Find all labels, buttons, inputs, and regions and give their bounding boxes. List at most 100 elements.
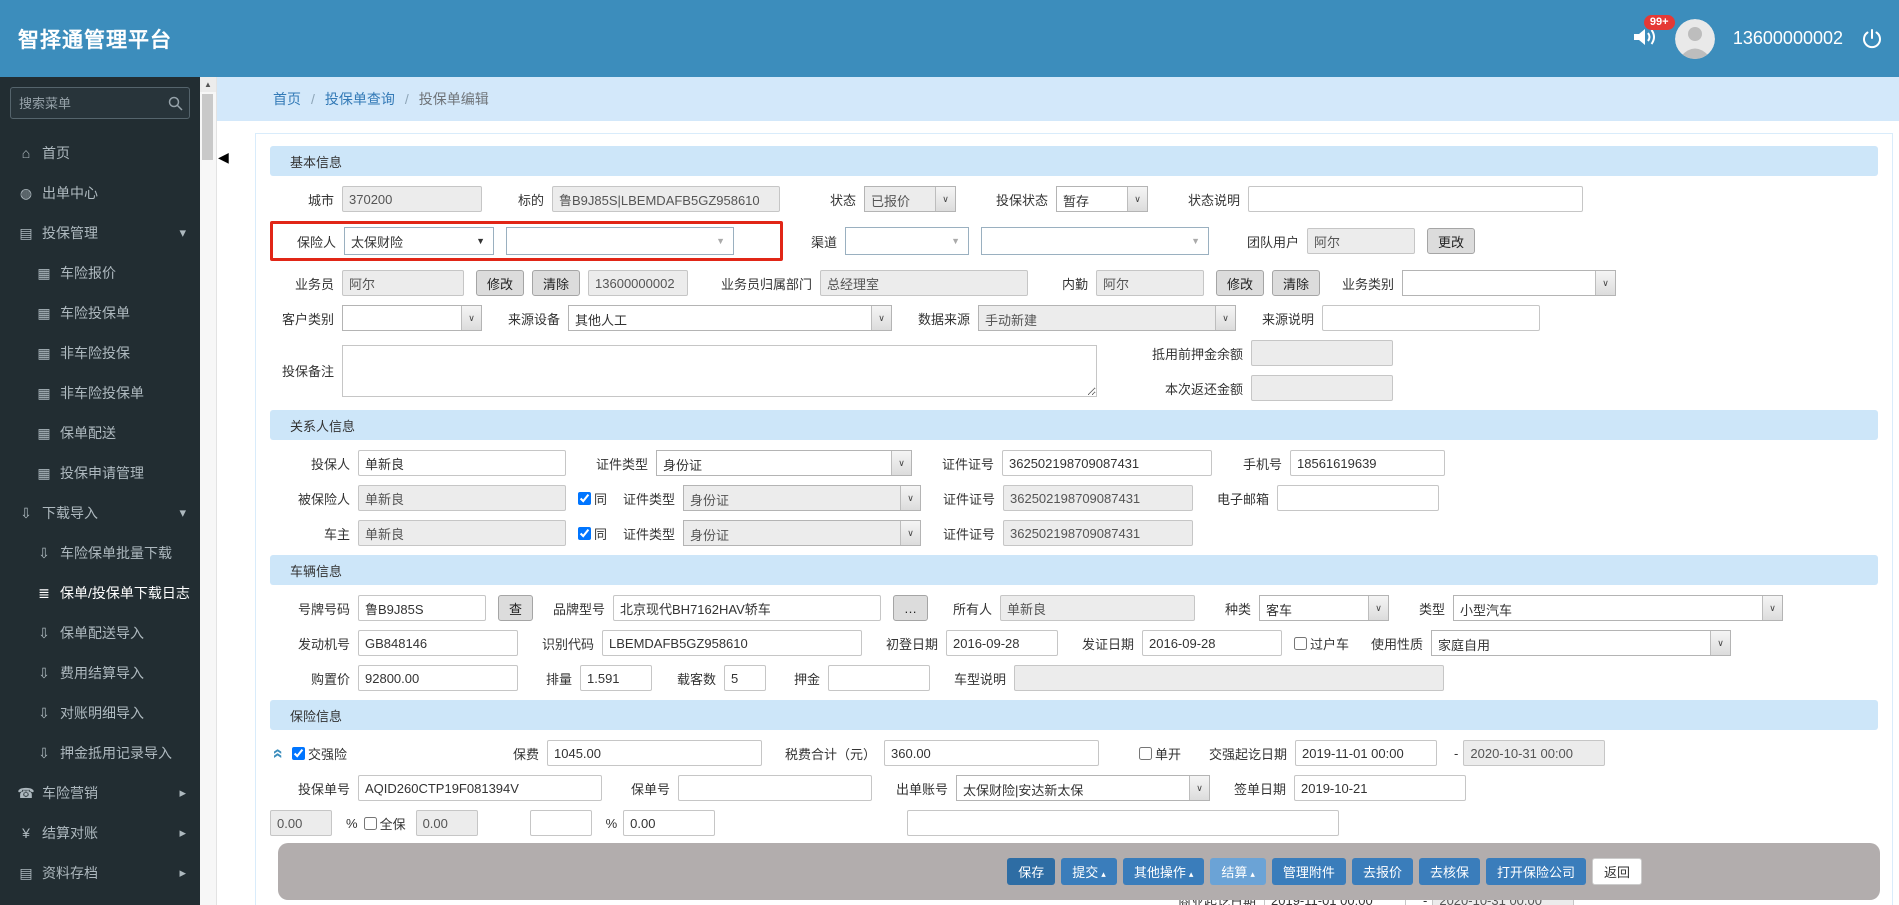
sidebar-item-auto-policy-batch-download[interactable]: ⇩ 车险保单批量下载	[0, 533, 200, 573]
purchase-price-input[interactable]	[358, 665, 518, 691]
owner-same-checkbox[interactable]: 同	[578, 524, 607, 543]
channel-combobox[interactable]: ▼	[845, 227, 969, 255]
apply-status-select[interactable]: 暂存 ∨	[1056, 186, 1148, 212]
issue-date-input[interactable]	[1142, 630, 1282, 656]
salesman-input[interactable]	[342, 270, 464, 296]
transferred-vehicle-checkbox[interactable]: 过户车	[1294, 634, 1349, 653]
source-note-input[interactable]	[1322, 305, 1540, 331]
data-source-select[interactable]: 手动新建 ∨	[978, 305, 1236, 331]
usage-nature-select[interactable]: 家庭自用 ∨	[1431, 630, 1732, 656]
brand-model-input[interactable]	[613, 595, 882, 621]
sidebar-item-reconcile-detail-import[interactable]: ⇩ 对账明细导入	[0, 693, 200, 733]
rate-1-input[interactable]	[270, 810, 332, 836]
rate-4-input[interactable]	[623, 810, 716, 836]
breadcrumb-apply-query[interactable]: 投保单查询	[325, 89, 395, 109]
issue-account-select[interactable]: 太保财险|安达新太保 ∨	[956, 775, 1210, 801]
insurance-note-input[interactable]	[907, 810, 1340, 836]
owner-id-type-select[interactable]: 身份证 ∨	[683, 520, 922, 546]
refund-amount-input[interactable]	[1251, 375, 1393, 401]
model-note-input[interactable]	[1014, 665, 1444, 691]
sidebar-item-issue-center[interactable]: ◍ 出单中心	[0, 173, 200, 213]
vehicle-type-select[interactable]: 小型汽车 ∨	[1453, 595, 1784, 621]
salesman-phone-input[interactable]	[588, 270, 689, 296]
sidebar-item-policy-delivery[interactable]: ▦ 保单配送	[0, 413, 200, 453]
salesman-edit-button[interactable]: 修改	[476, 270, 525, 296]
insured-id-type-select[interactable]: 身份证 ∨	[683, 485, 922, 511]
sidebar-collapse-icon[interactable]: ◀	[218, 149, 229, 166]
rate-3-input[interactable]	[529, 810, 592, 836]
avatar[interactable]	[1674, 18, 1715, 59]
scrollbar-thumb[interactable]	[202, 94, 213, 160]
apply-remark-textarea[interactable]	[342, 344, 1097, 397]
first-register-date-input[interactable]	[946, 630, 1058, 656]
status-note-input[interactable]	[1248, 186, 1583, 212]
sidebar-item-auto-quote[interactable]: ▦ 车险报价	[0, 253, 200, 293]
tax-total-input[interactable]	[884, 740, 1100, 766]
displacement-input[interactable]	[580, 665, 652, 691]
sign-date-input[interactable]	[1294, 775, 1466, 801]
owner-same-checkbox-input[interactable]	[578, 526, 591, 540]
office-staff-input[interactable]	[1096, 270, 1205, 296]
other-actions-button[interactable]: 其他操作 ▴	[1122, 858, 1205, 885]
sidebar-item-apply-request-manage[interactable]: ▦ 投保申请管理	[0, 453, 200, 493]
sidebar-item-auto-apply[interactable]: ▦ 车险投保单	[0, 293, 200, 333]
insured-same-checkbox-input[interactable]	[578, 491, 591, 505]
compulsory-start-date-input[interactable]	[1295, 740, 1438, 766]
subject-input[interactable]	[552, 186, 780, 212]
transferred-vehicle-checkbox-input[interactable]	[1294, 636, 1307, 650]
city-input[interactable]	[342, 186, 482, 212]
compulsory-insurance-checkbox[interactable]: 交强险	[292, 744, 347, 763]
source-device-select[interactable]: 其他人工 ∨	[568, 305, 892, 331]
rate-2-input[interactable]	[415, 810, 478, 836]
policy-no-input[interactable]	[678, 775, 872, 801]
vehicle-owner-input[interactable]	[1000, 595, 1196, 621]
go-quote-button[interactable]: 去报价	[1351, 858, 1413, 885]
full-coverage-checkbox-input[interactable]	[363, 816, 377, 830]
seats-input[interactable]	[724, 665, 766, 691]
deposit-balance-before-input[interactable]	[1251, 340, 1393, 366]
compulsory-end-date-input[interactable]	[1463, 740, 1606, 766]
sidebar-item-home[interactable]: ⌂ 首页	[0, 133, 200, 173]
applicant-mobile-input[interactable]	[1290, 450, 1445, 476]
insurer-product-combobox[interactable]: ▼	[506, 227, 734, 255]
owner-id-no-input[interactable]	[1003, 520, 1194, 546]
sidebar-item-auto-marketing[interactable]: ☎ 车险营销 ▸	[0, 773, 200, 813]
logout-button[interactable]	[1861, 28, 1883, 50]
sidebar-item-policy-download-log[interactable]: ≣ 保单/投保单下载日志	[0, 573, 200, 613]
salesman-dept-input[interactable]	[820, 270, 1029, 296]
applicant-input[interactable]	[358, 450, 566, 476]
insured-id-no-input[interactable]	[1003, 485, 1194, 511]
sidebar-item-data-archive[interactable]: ▤ 资料存档 ▸	[0, 853, 200, 893]
full-coverage-checkbox[interactable]: 全保	[363, 814, 406, 833]
apply-no-input[interactable]	[358, 775, 602, 801]
owner-input[interactable]	[358, 520, 566, 546]
team-user-change-button[interactable]: 更改	[1427, 228, 1476, 254]
sidebar-item-delivery-import[interactable]: ⇩ 保单配送导入	[0, 613, 200, 653]
content-scrollbar[interactable]: ▲	[200, 77, 217, 905]
applicant-id-type-select[interactable]: 身份证 ∨	[656, 450, 912, 476]
sidebar-item-deposit-record-import[interactable]: ⇩ 押金抵用记录导入	[0, 733, 200, 773]
salesman-clear-button[interactable]: 清除	[532, 270, 581, 296]
separate-issue-checkbox-input[interactable]	[1139, 746, 1153, 760]
insured-input[interactable]	[358, 485, 566, 511]
plate-no-input[interactable]	[358, 595, 486, 621]
notifications-button[interactable]: 99+	[1631, 15, 1675, 51]
applicant-id-no-input[interactable]	[1002, 450, 1212, 476]
plate-query-button[interactable]: 查	[498, 595, 534, 621]
open-insurer-button[interactable]: 打开保险公司	[1485, 858, 1586, 885]
vehicle-kind-select[interactable]: 客车 ∨	[1259, 595, 1390, 621]
email-input[interactable]	[1277, 485, 1440, 511]
brand-picker-button[interactable]: …	[893, 595, 929, 621]
channel-detail-combobox[interactable]: ▼	[981, 227, 1209, 255]
separate-issue-checkbox[interactable]: 单开	[1139, 744, 1181, 763]
back-button[interactable]: 返回	[1591, 858, 1642, 885]
scroll-up-icon[interactable]: ▲	[200, 77, 216, 92]
go-underwrite-button[interactable]: 去核保	[1418, 858, 1480, 885]
engine-no-input[interactable]	[358, 630, 518, 656]
sidebar-item-nonauto-insure[interactable]: ▦ 非车险投保	[0, 333, 200, 373]
save-button[interactable]: 保存	[1007, 858, 1056, 885]
sidebar-item-apply-manage[interactable]: ▤ 投保管理 ▾	[0, 213, 200, 253]
breadcrumb-home[interactable]: 首页	[273, 89, 301, 109]
deposit-input[interactable]	[828, 665, 930, 691]
settle-button[interactable]: 结算 ▴	[1210, 858, 1266, 885]
